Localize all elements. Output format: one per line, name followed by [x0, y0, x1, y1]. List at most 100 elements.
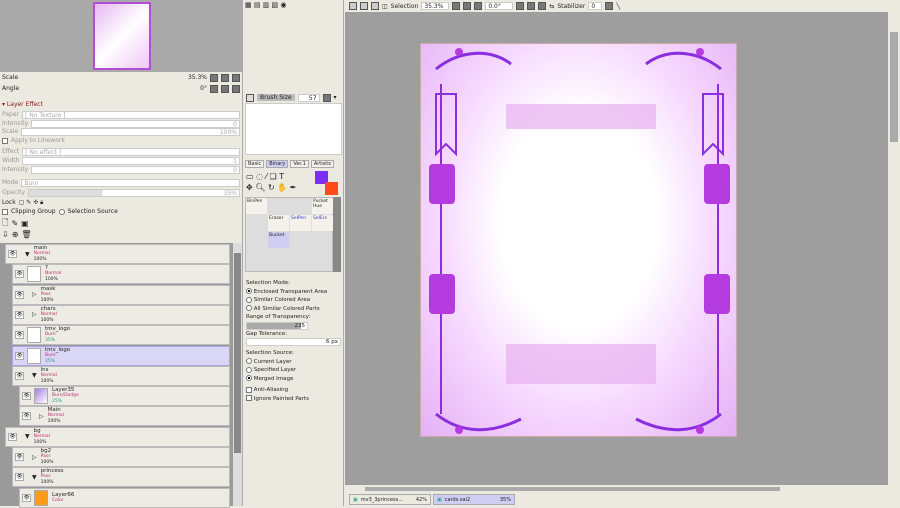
- layer-list[interactable]: 👁︎ ▼ main Normal 100% 👁︎? Normal 100% 👁︎ ▷ mask Pas…: [0, 243, 233, 508]
- visibility-eye-icon[interactable]: 👁︎: [15, 310, 24, 319]
- delete-layer-icon[interactable]: 🗑︎: [21, 230, 31, 239]
- folder-expanded-icon[interactable]: ▼: [25, 433, 30, 440]
- layer-row[interactable]: 👁︎ ▷ chars Normal 100%: [12, 304, 230, 325]
- layer-effect-title[interactable]: ▾ Layer Effect: [2, 101, 43, 108]
- visibility-eye-icon[interactable]: 👁︎: [15, 453, 24, 461]
- layer-row[interactable]: 👁︎ Layer66 Color: [19, 487, 230, 508]
- visibility-eye-icon[interactable]: 👁︎: [8, 250, 17, 258]
- clipping-group-checkbox[interactable]: [2, 208, 8, 215]
- new-folder-icon[interactable]: ▣: [21, 219, 29, 228]
- layer-row[interactable]: 👁︎ ▼ lns Normal 100%: [12, 365, 230, 386]
- brush-size-input[interactable]: 57: [297, 93, 320, 102]
- deselect-button[interactable]: [349, 2, 357, 10]
- visibility-eye-icon[interactable]: 👁︎: [22, 412, 31, 421]
- brush-settings-button[interactable]: [322, 93, 331, 102]
- flip-icon[interactable]: ⇆: [549, 3, 554, 10]
- zoom-in-button[interactable]: [221, 73, 229, 82]
- layer-scrollbar[interactable]: [233, 243, 242, 506]
- angle-input[interactable]: 0.0°: [485, 2, 514, 10]
- tool-slots-scrollbar[interactable]: [333, 197, 341, 272]
- tool-tab[interactable]: Artistic: [310, 160, 335, 168]
- tool-slot[interactable]: BinPen: [246, 198, 267, 214]
- zoom-out-button[interactable]: [210, 73, 218, 82]
- zoom-in-button[interactable]: [463, 2, 472, 10]
- range-slider[interactable]: 235: [246, 321, 308, 330]
- visibility-eye-icon[interactable]: 👁︎: [22, 493, 31, 502]
- layer-row[interactable]: 👁︎ ▷ mask Pass 100%: [12, 284, 230, 305]
- layer-row[interactable]: 👁︎ tmv_logo Burn 35%: [12, 325, 230, 346]
- tool-tab[interactable]: Binary: [266, 160, 289, 168]
- gap-tolerance-input[interactable]: 6 px: [246, 338, 341, 346]
- visibility-eye-icon[interactable]: 👁︎: [22, 392, 31, 401]
- horizontal-scrollbar[interactable]: [345, 485, 900, 493]
- visibility-eye-icon[interactable]: 👁︎: [15, 331, 24, 340]
- clear-icon[interactable]: ⊕: [12, 230, 19, 239]
- apply-linework-checkbox[interactable]: [2, 137, 8, 144]
- navigator[interactable]: [0, 0, 242, 72]
- new-linework-icon[interactable]: ✎: [11, 219, 18, 228]
- layer-row[interactable]: 👁︎ ▷ Main Normal 100%: [19, 406, 230, 427]
- effect-intensity-slider[interactable]: 0: [31, 165, 240, 174]
- selection-icon[interactable]: ◫: [382, 3, 388, 10]
- blend-mode-select[interactable]: Burn: [21, 178, 240, 187]
- chevron-down-icon[interactable]: ▾: [334, 94, 337, 101]
- rotate-right-button[interactable]: [221, 84, 229, 93]
- vertical-scrollbar[interactable]: [888, 12, 900, 485]
- brush-prev-button[interactable]: [246, 93, 254, 102]
- stabilizer-select[interactable]: 0: [588, 2, 603, 10]
- folder-expanded-icon[interactable]: ▼: [32, 474, 37, 481]
- secondary-color[interactable]: [325, 182, 338, 195]
- rotate-left-button[interactable]: [210, 84, 218, 93]
- zoom-reset-button[interactable]: [232, 73, 240, 82]
- folder-expanded-icon[interactable]: ▼: [25, 251, 30, 258]
- selection-source-radio[interactable]: [58, 208, 65, 215]
- zoom-out-button[interactable]: [452, 2, 461, 10]
- tool-slot[interactable]: SelPen: [290, 215, 311, 231]
- tool-slot[interactable]: Bucket: [268, 232, 289, 248]
- paper-select[interactable]: [ No Texture ]: [22, 110, 240, 119]
- document-tab[interactable]: ▣ cards.sai2 35%: [433, 494, 515, 505]
- layer-row[interactable]: 👁︎ ▼ main Normal 100%: [5, 244, 230, 264]
- visibility-eye-icon[interactable]: 👁︎: [15, 371, 24, 380]
- selection-source-radio[interactable]: [246, 375, 252, 381]
- rotate-reset-button[interactable]: [538, 2, 547, 10]
- zoom-reset-button[interactable]: [474, 2, 483, 10]
- selection-mode-radio[interactable]: [246, 305, 252, 311]
- layer-row[interactable]: 👁︎ Layer35 Burn/Dodge 25%: [19, 386, 230, 407]
- lock-icons[interactable]: ▢ ✎ ✣ 🔒︎: [19, 199, 44, 207]
- stabilizer-dropdown[interactable]: [605, 2, 614, 10]
- selection-mode-radio[interactable]: [246, 288, 252, 294]
- ignore-painted-checkbox[interactable]: [246, 395, 252, 401]
- layer-row[interactable]: 👁︎ ▼ princess Pass 100%: [12, 467, 230, 488]
- folder-collapsed-icon[interactable]: ▷: [32, 311, 37, 318]
- tool-tab[interactable]: Ver.1: [290, 160, 309, 168]
- texture-scale-slider[interactable]: 100%: [21, 127, 240, 136]
- color-mode-buttons[interactable]: ▦ ▤ ▥ ▧ ◉: [245, 1, 286, 9]
- zoom-input[interactable]: 35.3%: [421, 2, 450, 10]
- anti-aliasing-checkbox[interactable]: [246, 386, 252, 393]
- visibility-eye-icon[interactable]: 👁︎: [15, 270, 24, 279]
- merge-down-icon[interactable]: ⇩: [2, 230, 9, 239]
- folder-collapsed-icon[interactable]: ▷: [32, 454, 37, 461]
- folder-collapsed-icon[interactable]: ▷: [39, 413, 44, 420]
- document-tab[interactable]: ▣ mv3_3princess... 42%: [349, 494, 431, 505]
- rotate-right-button[interactable]: [527, 2, 536, 10]
- width-slider[interactable]: 1: [22, 156, 240, 165]
- layer-row[interactable]: 👁︎ ▼ bg Normal 100%: [5, 426, 230, 447]
- selection-mode-radio[interactable]: [246, 296, 252, 303]
- rotate-reset-button[interactable]: [232, 84, 240, 93]
- canvas-artwork[interactable]: [420, 43, 737, 437]
- folder-collapsed-icon[interactable]: ▷: [32, 291, 37, 298]
- pen-pressure-icon[interactable]: ╲: [616, 3, 620, 10]
- visibility-eye-icon[interactable]: 👁︎: [15, 473, 24, 482]
- invert-button[interactable]: [360, 2, 368, 10]
- selection-source-radio[interactable]: [246, 366, 252, 373]
- tool-icons[interactable]: ▭ ◌ ⁄ ❏ T ✥ 🔍︎ ↻ ✋ ✒: [246, 171, 306, 193]
- tool-tab[interactable]: Basic: [245, 160, 265, 168]
- layer-row[interactable]: 👁︎ ▷ bg2 Pass 100%: [12, 447, 230, 467]
- effect-select[interactable]: [ No effect ]: [22, 147, 240, 156]
- selection-source-radio[interactable]: [246, 358, 252, 364]
- new-layer-icon[interactable]: 🗋: [2, 217, 8, 231]
- hide-selection-button[interactable]: [371, 2, 379, 10]
- tool-slot[interactable]: Eraser: [268, 215, 289, 231]
